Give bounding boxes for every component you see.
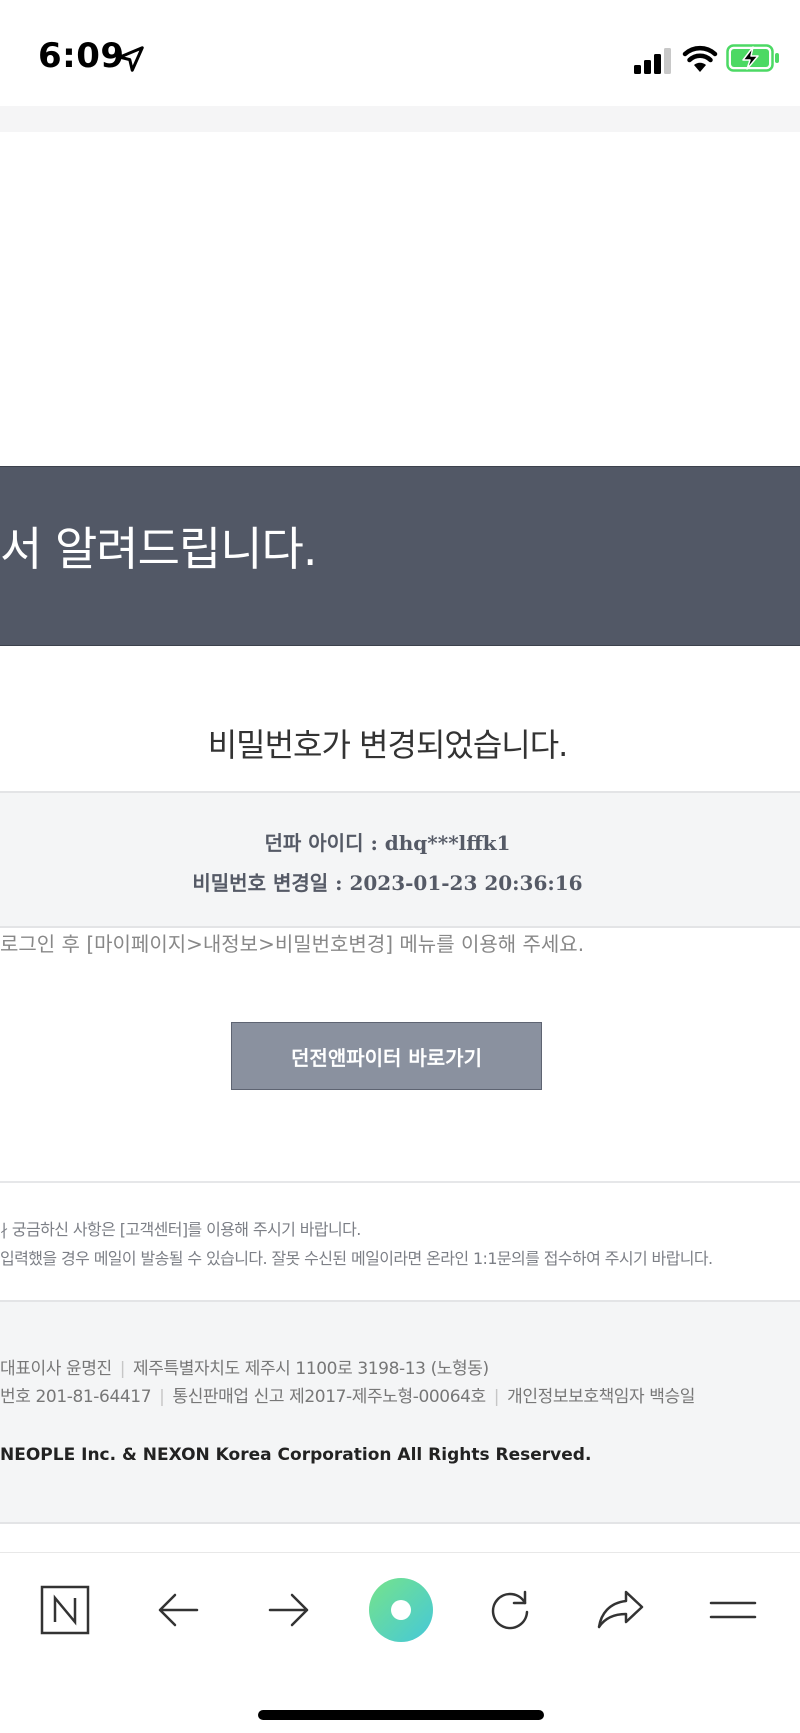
back-button[interactable] xyxy=(143,1575,213,1645)
account-id-line: 던파 아이디 : dhq***lffk1 xyxy=(264,831,511,855)
notice-line-misdelivery: 입력했을 경우 메일이 발송될 수 있습니다. 잘못 수신된 메일이라면 온라인… xyxy=(0,1249,713,1268)
menu-button[interactable] xyxy=(698,1575,768,1645)
account-info-box: 던파 아이디 : dhq***lffk1 비밀번호 변경일 : 2023-01-… xyxy=(0,791,800,928)
wifi-icon xyxy=(682,45,718,72)
naver-home-button[interactable] xyxy=(30,1575,100,1645)
guide-text: 로그인 후 [마이페이지>내정보>비밀번호변경] 메뉴를 이용해 주세요. xyxy=(0,932,585,956)
home-indicator xyxy=(258,1710,544,1720)
location-arrow-icon xyxy=(118,46,144,72)
banner-title: 서 알려드립니다. xyxy=(0,522,317,576)
footer-line: 대표이사 윤명진 | 제주특별자치도 제주시 1100로 3198-13 (노형동) xyxy=(0,1354,489,1379)
footer-address: 제주특별자치도 제주시 1100로 3198-13 (노형동) xyxy=(133,1359,489,1379)
browser-toolbar xyxy=(0,1552,800,1733)
forward-button[interactable] xyxy=(254,1575,324,1645)
share-button[interactable] xyxy=(586,1575,656,1645)
password-changed-headline: 비밀번호가 변경되었습니다. xyxy=(207,726,569,764)
change-date-line: 비밀번호 변경일 : 2023-01-23 20:36:16 xyxy=(192,871,583,895)
footer-line: 번호 201-81-64417 | 통신판매업 신고 제2017-제주노형-0006… xyxy=(0,1382,695,1407)
back-arrow-icon xyxy=(158,1593,199,1627)
dnf-shortcut-button[interactable]: 던전앤파이터 바로가기 xyxy=(231,1022,542,1090)
battery-charging-icon xyxy=(726,44,779,72)
divider xyxy=(0,1181,800,1183)
green-dot-icon xyxy=(369,1578,433,1642)
green-dot-button[interactable] xyxy=(363,1572,439,1648)
status-time: 6:09 xyxy=(38,36,125,76)
footer-separator: | xyxy=(159,1387,165,1407)
notice-line-customer-center: ∤ 궁금하신 사항은 [고객센터]를 이용해 주시기 바랍니다. xyxy=(0,1220,361,1239)
refresh-button[interactable] xyxy=(475,1575,545,1645)
footer-privacy-officer: 개인정보보호책임자 백승일 xyxy=(507,1387,696,1407)
footer-separator: | xyxy=(119,1359,126,1379)
footer-ceo: 대표이사 윤명진 xyxy=(0,1359,112,1379)
signal-icon xyxy=(634,48,671,74)
footer-separator: | xyxy=(493,1387,500,1407)
refresh-icon xyxy=(491,1590,529,1630)
company-footer: 대표이사 윤명진 | 제주특별자치도 제주시 1100로 3198-13 (노형동)… xyxy=(0,1300,800,1524)
menu-icon xyxy=(709,1601,757,1619)
footer-business-number: 번호 201-81-64417 xyxy=(0,1387,152,1407)
top-strip xyxy=(0,106,800,132)
copyright-text: NEOPLE Inc. & NEXON Korea Corporation Al… xyxy=(0,1445,592,1465)
notice-banner: 서 알려드립니다. xyxy=(0,466,800,646)
share-icon xyxy=(597,1590,644,1629)
footer-sales-registration: 통신판매업 신고 제2017-제주노형-00064호 xyxy=(172,1387,486,1407)
naver-home-icon xyxy=(40,1585,90,1635)
forward-arrow-icon xyxy=(268,1593,309,1627)
